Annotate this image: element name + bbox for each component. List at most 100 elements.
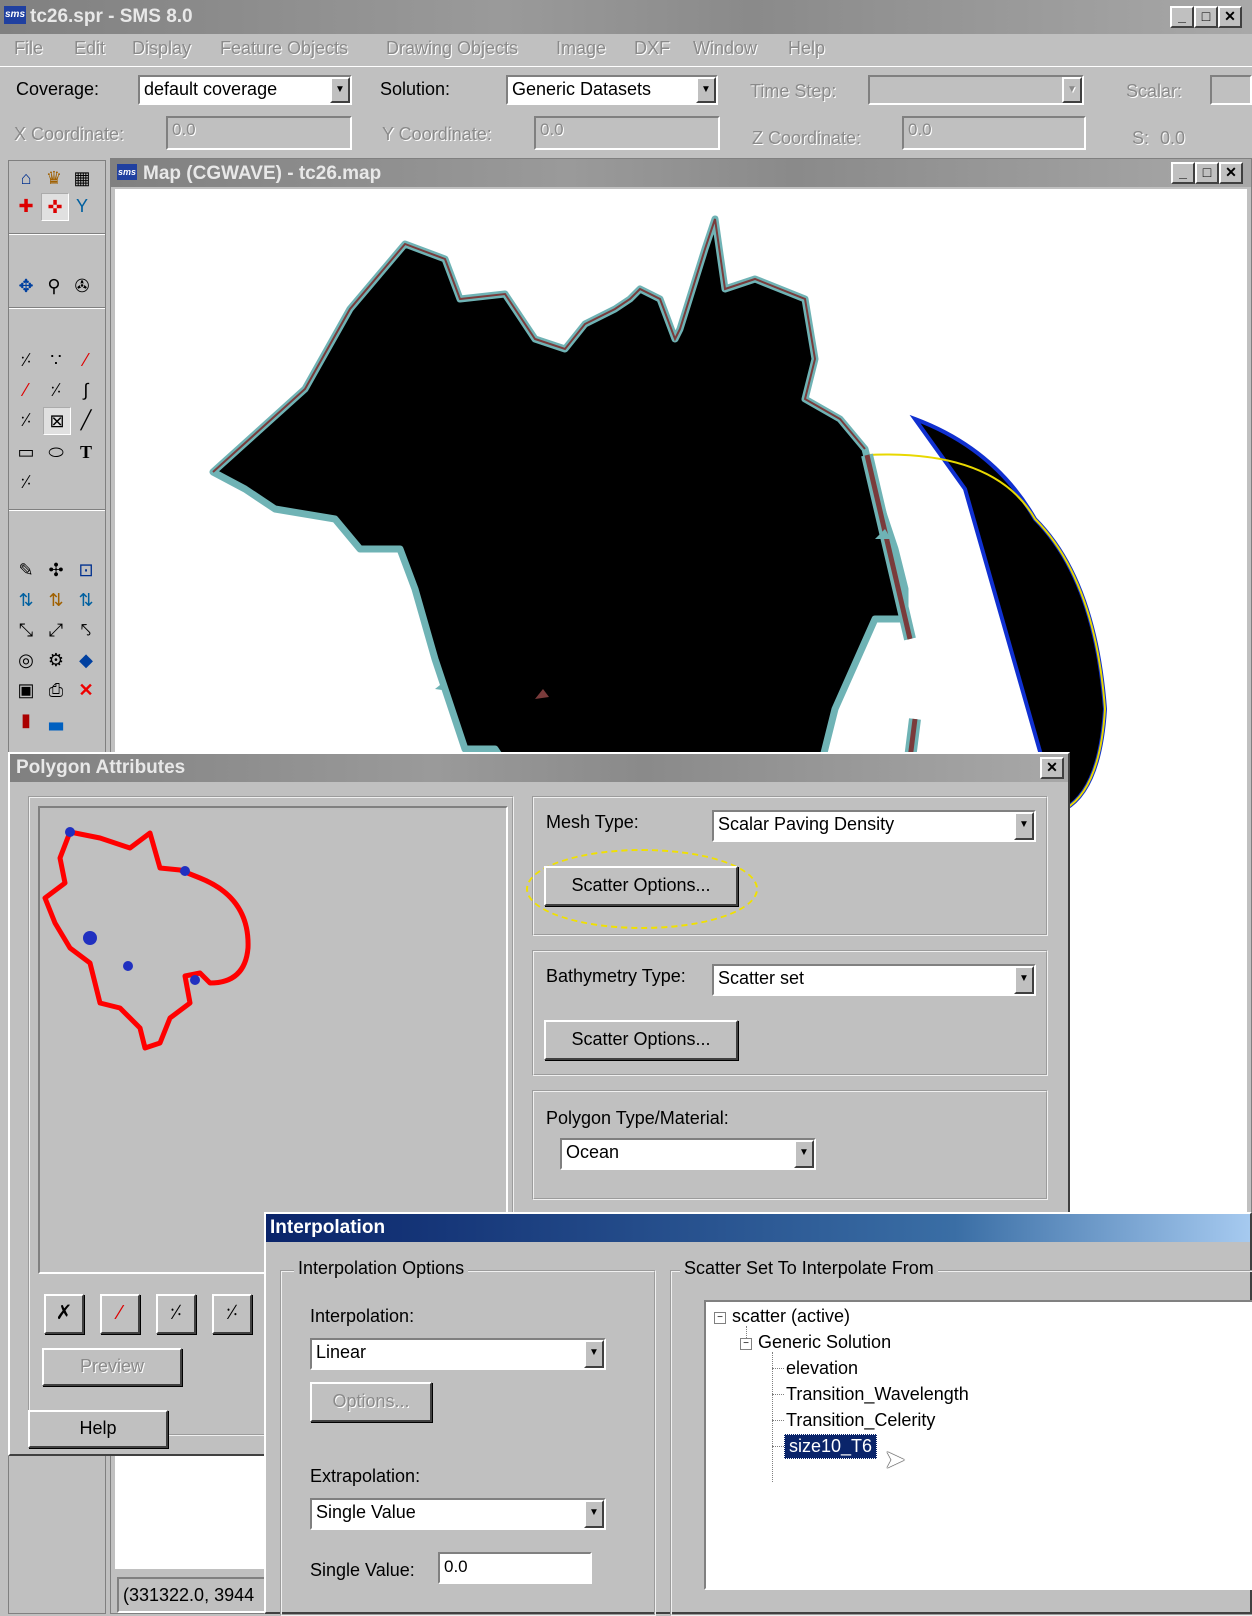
bathymetry-type-select[interactable]: Scatter set ▼ — [712, 964, 1036, 996]
menu-feature-objects[interactable]: Feature Objects — [220, 38, 348, 59]
tree-root-scatter[interactable]: scatter (active) — [732, 1306, 850, 1327]
select-polygon-icon[interactable]: ⊠ — [43, 407, 71, 435]
scatter-options-button-bathy[interactable]: Scatter Options... — [544, 1020, 738, 1060]
building-icon[interactable]: ♛ — [41, 165, 67, 191]
move-icon[interactable]: ✣ — [43, 557, 69, 583]
transform-icon[interactable]: ⤡ — [13, 617, 39, 643]
menu-edit[interactable]: Edit — [74, 38, 105, 59]
pan-icon[interactable]: ✥ — [13, 273, 39, 299]
gear-icon[interactable]: ⚙ — [43, 647, 69, 673]
menu-help[interactable]: Help — [788, 38, 825, 59]
polygon-dialog-close-button[interactable]: ✕ — [1040, 757, 1064, 779]
tree-dataset-size10-t6[interactable]: size10_T6 — [784, 1434, 878, 1459]
single-value-input[interactable]: 0.0 — [438, 1552, 592, 1584]
select-vertex-icon[interactable]: ⸓ — [43, 377, 69, 403]
vertex-tool-button[interactable]: ⁄ — [100, 1294, 140, 1334]
menu-dxf[interactable]: DXF — [634, 38, 670, 59]
z-coordinate-field[interactable]: 0.0 — [902, 116, 1086, 150]
coverage-select[interactable]: default coverage ▼ — [138, 75, 352, 105]
chevron-down-icon[interactable]: ▼ — [794, 1140, 814, 1168]
chevron-down-icon[interactable]: ▼ — [1062, 77, 1082, 103]
map-maximize-button[interactable]: □ — [1195, 162, 1219, 184]
minimize-button[interactable]: _ — [1170, 6, 1194, 28]
chevron-down-icon[interactable]: ▼ — [1014, 812, 1034, 840]
contour-icon[interactable]: ◎ — [13, 647, 39, 673]
interpolation-select[interactable]: Linear ▼ — [310, 1338, 606, 1370]
interpolation-dialog: Interpolation Interpolation Options Inte… — [264, 1212, 1252, 1616]
menu-window[interactable]: Window — [693, 38, 757, 59]
chevron-down-icon[interactable]: ▼ — [584, 1340, 604, 1368]
select-text-icon[interactable]: ⸓ — [13, 469, 39, 495]
sort-3-icon[interactable]: ⇅ — [73, 587, 99, 613]
print-icon[interactable]: ⎙ — [43, 677, 69, 703]
curve-icon[interactable]: ∫ — [73, 377, 99, 403]
x-coordinate-field[interactable]: 0.0 — [166, 116, 352, 150]
vertex-icon[interactable]: ⁄ — [13, 377, 39, 403]
interpolation-options-button[interactable]: Options... — [310, 1382, 432, 1422]
mesh-type-select[interactable]: Scalar Paving Density ▼ — [712, 810, 1036, 842]
brush-icon[interactable]: ✎ — [13, 557, 39, 583]
map-close-button[interactable]: ✕ — [1219, 162, 1243, 184]
line-icon[interactable]: ╱ — [73, 407, 99, 433]
close-button[interactable]: ✕ — [1218, 6, 1242, 28]
water-body — [909, 414, 1108, 811]
z-coordinate-value: 0.0 — [908, 120, 932, 139]
select-poly-tool-button[interactable]: ⸓ — [156, 1294, 196, 1334]
tree-collapse-icon[interactable]: − — [740, 1338, 752, 1350]
select-node-tool-button[interactable]: ⸓ — [212, 1294, 252, 1334]
preview-button[interactable]: Preview — [42, 1348, 182, 1386]
land-boundary-polygon — [209, 215, 909, 813]
menu-file[interactable]: File — [14, 38, 43, 59]
select-node-icon[interactable]: ✜ — [41, 193, 69, 221]
select-arc-icon[interactable]: ⸓ — [13, 347, 39, 373]
select-arc-tool-button[interactable]: ✗ — [44, 1294, 84, 1334]
sms-logo-icon[interactable]: sms — [4, 6, 26, 24]
y-coordinate-field[interactable]: 0.0 — [534, 116, 720, 150]
timestep-select[interactable]: ▼ — [868, 75, 1084, 105]
text-icon[interactable]: T — [73, 439, 99, 465]
tree-node-generic-solution[interactable]: Generic Solution — [758, 1332, 891, 1353]
rotate-icon[interactable]: ✇ — [69, 273, 95, 299]
status-coordinates: (331322.0, 3944 — [123, 1585, 255, 1605]
ellipse-icon[interactable]: ⬭ — [43, 439, 69, 465]
map-minimize-button[interactable]: _ — [1171, 162, 1195, 184]
chevron-down-icon[interactable]: ▼ — [1014, 966, 1034, 994]
menu-display[interactable]: Display — [132, 38, 191, 59]
home-icon[interactable]: ⌂ — [13, 165, 39, 191]
help-button[interactable]: Help — [28, 1410, 168, 1448]
scalar-field[interactable] — [1210, 75, 1252, 105]
area-chart-icon[interactable]: ▃ — [43, 707, 69, 733]
menu-image[interactable]: Image — [556, 38, 606, 59]
create-nodes-icon[interactable]: ✚ — [13, 193, 39, 219]
tree-collapse-icon[interactable]: − — [714, 1312, 726, 1324]
polygon-type-select[interactable]: Ocean ▼ — [560, 1138, 816, 1170]
maximize-button[interactable]: □ — [1194, 6, 1218, 28]
tree-dataset-transition-wavelength[interactable]: Transition_Wavelength — [786, 1384, 969, 1405]
solution-select[interactable]: Generic Datasets ▼ — [506, 75, 718, 105]
menu-drawing-objects[interactable]: Drawing Objects — [386, 38, 518, 59]
scatter-tree[interactable]: − scatter (active) − Generic Solution el… — [704, 1300, 1252, 1590]
info-icon[interactable]: ⊡ — [73, 557, 99, 583]
transform-2-icon[interactable]: ⤢ — [43, 617, 69, 643]
rectangle-icon[interactable]: ▭ — [13, 439, 39, 465]
transform-3-icon[interactable]: ⤣ — [73, 617, 99, 643]
delete-icon[interactable]: ✕ — [73, 677, 99, 703]
tree-dataset-elevation[interactable]: elevation — [786, 1358, 858, 1379]
branch-icon[interactable]: Y — [69, 193, 95, 219]
extrapolation-select[interactable]: Single Value ▼ — [310, 1498, 606, 1530]
chevron-down-icon[interactable]: ▼ — [584, 1500, 604, 1528]
sort-2-icon[interactable]: ⇅ — [43, 587, 69, 613]
chevron-down-icon[interactable]: ▼ — [330, 77, 350, 103]
image-icon[interactable]: ▣ — [13, 677, 39, 703]
sort-icon[interactable]: ⇅ — [13, 587, 39, 613]
zoom-icon[interactable]: ⚲ — [41, 273, 67, 299]
grid-icon[interactable]: ▦ — [69, 165, 95, 191]
select-poly-icon[interactable]: ⸓ — [13, 407, 39, 433]
bar-chart-icon[interactable]: ▮ — [13, 707, 39, 733]
scatter-options-button-mesh[interactable]: Scatter Options... — [544, 866, 738, 906]
tree-dataset-transition-celerity[interactable]: Transition_Celerity — [786, 1410, 935, 1431]
chevron-down-icon[interactable]: ▼ — [696, 77, 716, 103]
create-arc-icon[interactable]: ⁄ — [73, 347, 99, 373]
book-icon[interactable]: ◆ — [73, 647, 99, 673]
points-icon[interactable]: ∵ — [43, 347, 69, 373]
